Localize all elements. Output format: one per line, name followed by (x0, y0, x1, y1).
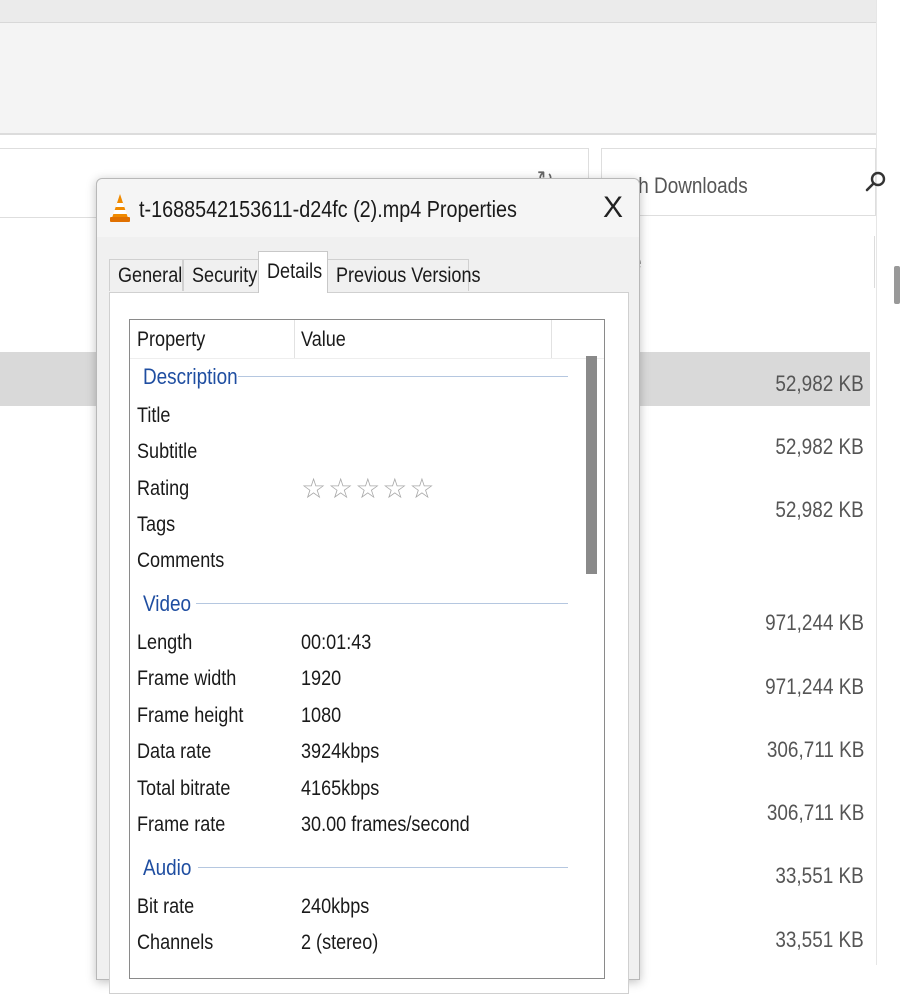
property-name[interactable]: Length (137, 631, 201, 655)
vlc-cone-icon (110, 194, 130, 222)
explorer-scrollbar-thumb[interactable] (894, 266, 900, 304)
group-divider (238, 376, 568, 377)
property-value[interactable]: 4165kbps (301, 777, 392, 801)
column-header-value[interactable]: Value (301, 328, 353, 352)
column-separator[interactable] (551, 320, 552, 358)
file-size: 33,551 KB (775, 863, 864, 888)
property-value[interactable]: 1080 (301, 704, 348, 728)
property-name[interactable]: Tags (137, 513, 181, 537)
property-value[interactable]: 240kbps (301, 895, 380, 919)
tab-details[interactable]: Details (258, 251, 328, 293)
group-heading-audio: Audio (143, 855, 192, 880)
close-icon: X (602, 191, 623, 224)
dialog-title-bar[interactable]: t-1688542153611-d24fc (2).mp4 Properties… (97, 179, 639, 237)
list-scrollbar-thumb[interactable] (586, 356, 597, 574)
file-size: 33,551 KB (775, 927, 864, 952)
property-name[interactable]: Frame rate (137, 813, 240, 837)
tab-general[interactable]: General (109, 259, 183, 291)
column-header-property[interactable]: Property (137, 328, 216, 352)
file-size: 306,711 KB (766, 800, 864, 825)
file-size: 971,244 KB (765, 610, 864, 635)
tab-previous-versions[interactable]: Previous Versions (327, 259, 481, 291)
tab-security[interactable]: Security (183, 259, 259, 291)
rating-stars[interactable]: ☆☆☆☆☆ (301, 472, 437, 505)
file-size: 971,244 KB (765, 674, 864, 699)
close-button[interactable]: X (595, 191, 631, 225)
property-value[interactable]: 30.00 frames/second (301, 813, 497, 837)
property-list[interactable]: Property Value Description Title Subtitl… (129, 319, 605, 979)
column-separator (874, 236, 875, 288)
property-name[interactable]: Comments (137, 549, 239, 573)
search-icon[interactable] (864, 170, 888, 194)
group-divider (198, 867, 568, 868)
property-value[interactable]: 00:01:43 (301, 631, 383, 655)
group-divider (196, 603, 568, 604)
properties-dialog: t-1688542153611-d24fc (2).mp4 Properties… (96, 178, 640, 994)
column-separator[interactable] (294, 320, 295, 358)
group-heading-description: Description (143, 364, 238, 389)
property-name[interactable]: Title (137, 404, 176, 428)
file-size: 52,982 KB (775, 497, 864, 522)
property-name[interactable]: Data rate (137, 740, 223, 764)
property-name[interactable]: Frame height (137, 704, 261, 728)
file-size: 306,711 KB (766, 737, 864, 762)
window-top-strip (0, 0, 902, 23)
property-name[interactable]: Channels (137, 931, 226, 955)
property-name[interactable]: Rating (137, 477, 198, 501)
property-name[interactable]: Total bitrate (137, 777, 246, 801)
dialog-title: t-1688542153611-d24fc (2).mp4 Properties (139, 196, 517, 222)
list-header: Property Value (130, 320, 604, 359)
property-value[interactable]: 3924kbps (301, 740, 392, 764)
property-name[interactable]: Subtitle (137, 440, 207, 464)
file-size: 52,982 KB (775, 371, 864, 396)
command-bar (0, 23, 876, 135)
property-name[interactable]: Frame width (137, 667, 253, 691)
property-name[interactable]: Bit rate (137, 895, 204, 919)
group-heading-video: Video (143, 591, 192, 616)
window-right-edge (876, 0, 902, 965)
property-value[interactable]: 1920 (301, 667, 348, 691)
property-value[interactable]: 2 (stereo) (301, 931, 391, 955)
file-size: 52,982 KB (775, 434, 864, 459)
